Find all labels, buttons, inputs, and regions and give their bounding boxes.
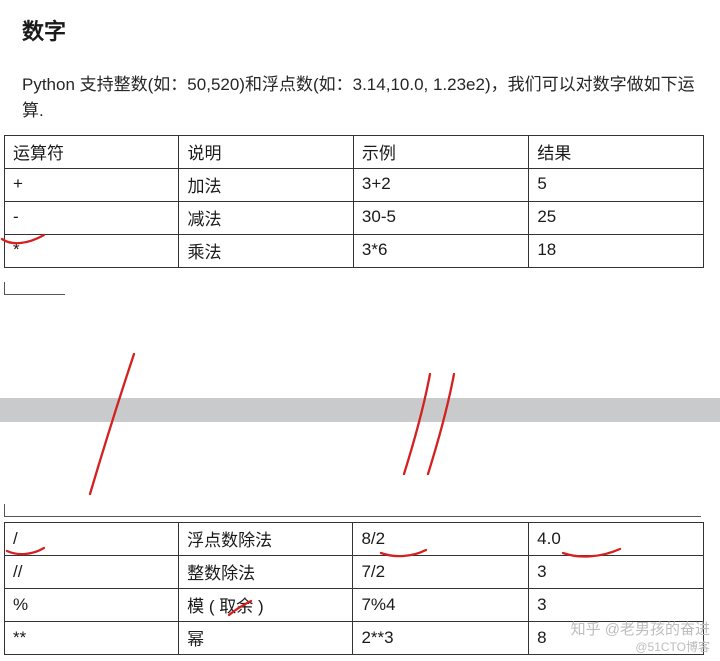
table-continuation-stub-bottom [4, 504, 701, 517]
cell-operator: + [5, 168, 179, 201]
cell-example: 7%4 [353, 589, 529, 622]
cell-operator: ** [5, 622, 179, 655]
col-operator: 运算符 [5, 135, 179, 168]
table-header-row: 运算符 说明 示例 结果 [5, 135, 704, 168]
section-heading: 数字 [0, 0, 720, 46]
cell-description: 减法 [179, 201, 353, 234]
operator-table-top: 运算符 说明 示例 结果 + 加法 3+2 5 - 减法 30-5 25 * 乘… [4, 135, 704, 268]
annotation-stroke-star [0, 230, 50, 248]
cell-example: 3+2 [353, 168, 528, 201]
cell-operator: % [5, 589, 179, 622]
cell-result: 25 [529, 201, 704, 234]
cell-description: 模 ( 取余 ) [179, 589, 353, 622]
col-example: 示例 [353, 135, 528, 168]
cell-description: 整数除法 [179, 556, 353, 589]
cell-description: 加法 [179, 168, 353, 201]
table-row: ** 幂 2**3 8 [5, 622, 704, 655]
cell-description: 幂 [179, 622, 353, 655]
annotation-stroke-mod-paren [225, 598, 261, 618]
annotation-underline-8over2 [378, 546, 430, 560]
cell-example: 30-5 [353, 201, 528, 234]
table-row: // 整数除法 7/2 3 [5, 556, 704, 589]
operator-table-bottom: / 浮点数除法 8/2 4.0 // 整数除法 7/2 3 % 模 ( 取余 )… [4, 522, 704, 655]
cell-example: 7/2 [353, 556, 529, 589]
table-continuation-stub [4, 282, 65, 295]
col-result: 结果 [529, 135, 704, 168]
cell-example: 2**3 [353, 622, 529, 655]
intro-paragraph: Python 支持整数(如：50,520)和浮点数(如：3.14,10.0, 1… [0, 46, 720, 129]
annotation-underline-4point0 [560, 546, 624, 560]
cell-operator: // [5, 556, 179, 589]
annotation-stroke-double-slash-2 [420, 370, 470, 480]
cell-result: 5 [529, 168, 704, 201]
cell-result: 3 [529, 556, 704, 589]
annotation-stroke-left-curve [82, 350, 152, 500]
table-row: + 加法 3+2 5 [5, 168, 704, 201]
annotation-underline-slash-op [4, 544, 48, 558]
cell-result: 18 [529, 234, 704, 267]
cell-description: 乘法 [179, 234, 353, 267]
table-row: - 减法 30-5 25 [5, 201, 704, 234]
cell-result: 8 [529, 622, 704, 655]
cell-description: 浮点数除法 [179, 523, 353, 556]
cell-example: 3*6 [353, 234, 528, 267]
cell-result: 3 [529, 589, 704, 622]
col-description: 说明 [179, 135, 353, 168]
table-row: % 模 ( 取余 ) 7%4 3 [5, 589, 704, 622]
table-row: * 乘法 3*6 18 [5, 234, 704, 267]
